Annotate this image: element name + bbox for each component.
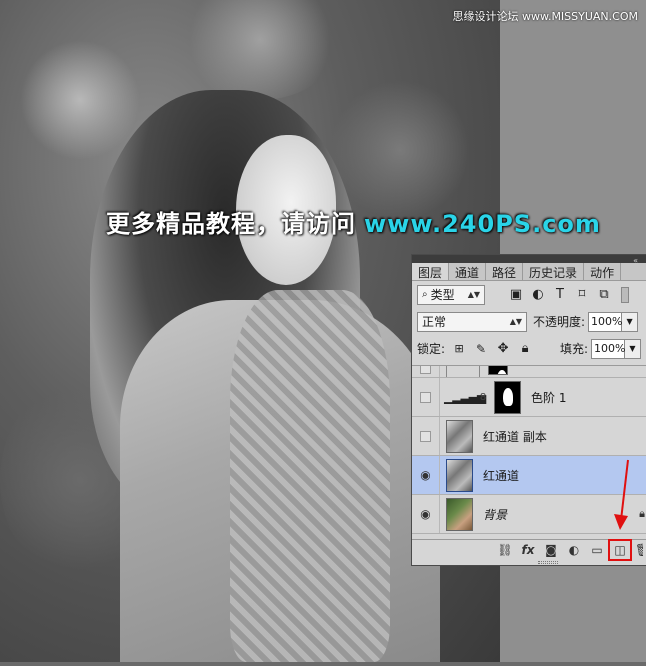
eye-icon: ◉ [420,468,431,482]
filter-row: ⌕ 类型 ▲▼ ▣ ◐ T ⌑ ⧉ [412,281,646,308]
search-icon: ⌕ [422,289,428,300]
image-icon[interactable]: ▣ [505,287,527,302]
promo-text: 更多精品教程，请访问 [106,210,356,238]
layer-thumbnail [446,497,473,531]
workspace-bottom [0,662,646,666]
visibility-toggle[interactable] [412,378,440,416]
red-arrow-annotation [614,459,629,530]
filter-kind-select[interactable]: ⌕ 类型 ▲▼ [417,284,485,305]
blend-mode-select[interactable]: 正常 ▲▼ [417,311,527,332]
panel-titlebar[interactable]: « [412,255,646,265]
shape-icon[interactable]: ⌑ [571,287,593,302]
layer-thumbnail [446,419,473,453]
lock-all-icon[interactable]: 🔒︎ [514,341,536,356]
watermark-text: 思缘设计论坛 www.MISSYUAN.COM [452,10,638,23]
layer-row[interactable]: 红通道 副本 [412,417,646,456]
visibility-toggle[interactable] [412,366,440,377]
filter-toggle[interactable] [621,286,629,303]
visibility-toggle[interactable] [412,417,440,455]
new-layer-icon[interactable]: ◫ [608,538,632,561]
adjustment-icon[interactable]: ◐ [527,287,549,302]
visibility-toggle[interactable]: ◉ [412,495,440,533]
resize-grip[interactable] [538,561,558,564]
tab-paths[interactable]: 路径 [486,263,524,280]
layer-name: 背景 [483,507,508,522]
mask-thumbnail [494,380,521,414]
tab-channels[interactable]: 通道 [449,263,487,280]
visibility-toggle[interactable]: ◉ [412,456,440,494]
fill-dropdown-icon[interactable]: ▼ [625,338,641,359]
fill-input[interactable]: 100% [591,338,625,359]
levels-icon: ▁▂▃▄▅ [444,390,486,404]
promo-url: www.240PS.com [364,210,601,238]
lock-label: 锁定: [417,342,446,356]
link-icon[interactable]: ⛓ [497,543,513,557]
fx-icon[interactable]: fx [520,543,536,557]
layer-thumbnail [446,366,480,377]
link-icon: 8 [479,391,487,403]
panel-tabs: 图层 通道 路径 历史记录 动作 [412,263,646,281]
lock-transparent-icon[interactable]: ⊞ [448,342,470,355]
mask-icon[interactable]: ◙ [543,543,559,557]
layer-row[interactable] [412,366,646,378]
mask-thumbnail [488,366,508,375]
tab-layers[interactable]: 图层 [412,263,450,280]
lock-icon: 🔒︎ [639,507,645,520]
hidden-box-icon [420,430,431,442]
tab-actions[interactable]: 动作 [584,263,622,280]
promo-banner: 更多精品教程，请访问 www.240PS.com [106,204,601,239]
type-icon[interactable]: T [549,287,571,302]
tab-history[interactable]: 历史记录 [523,263,585,280]
opacity-dropdown-icon[interactable]: ▼ [622,311,639,332]
lock-move-icon[interactable]: ✥ [492,341,514,356]
eye-icon: ◉ [420,507,431,521]
blend-row: 正常 ▲▼ 不透明度: 100% ▼ [412,308,646,335]
layer-row[interactable]: ▁▂▃▄▅ 8 色阶 1 [412,378,646,417]
opacity-input[interactable]: 100% [588,311,623,332]
chevron-updown-icon: ▲▼ [467,290,480,299]
layer-name: 红通道 副本 [483,429,547,444]
hidden-box-icon [420,366,431,374]
trash-icon[interactable]: 🗑︎ [635,543,643,557]
layer-name: 红通道 [483,468,520,483]
adjustment-icon[interactable]: ◐ [566,543,582,557]
lock-brush-icon[interactable]: ✎ [470,342,492,356]
blend-mode-value: 正常 [422,315,447,329]
smart-object-icon[interactable]: ⧉ [593,287,615,302]
layer-name: 色阶 1 [531,390,567,405]
layer-thumbnail [446,458,473,492]
folder-icon[interactable]: ▭ [589,543,605,557]
lock-row: 锁定: ⊞ ✎ ✥ 🔒︎ 填充: 100% ▼ [412,335,646,362]
filter-kind-label: 类型 [430,288,455,302]
chevron-updown-icon: ▲▼ [509,317,522,326]
panel-bottom-bar: ⛓ fx ◙ ◐ ▭ ◫ 🗑︎ [412,538,646,561]
hidden-box-icon [420,391,431,403]
fill-label: 填充: [559,342,588,356]
opacity-label: 不透明度: [533,315,586,329]
collapse-icon[interactable]: « [633,256,638,265]
